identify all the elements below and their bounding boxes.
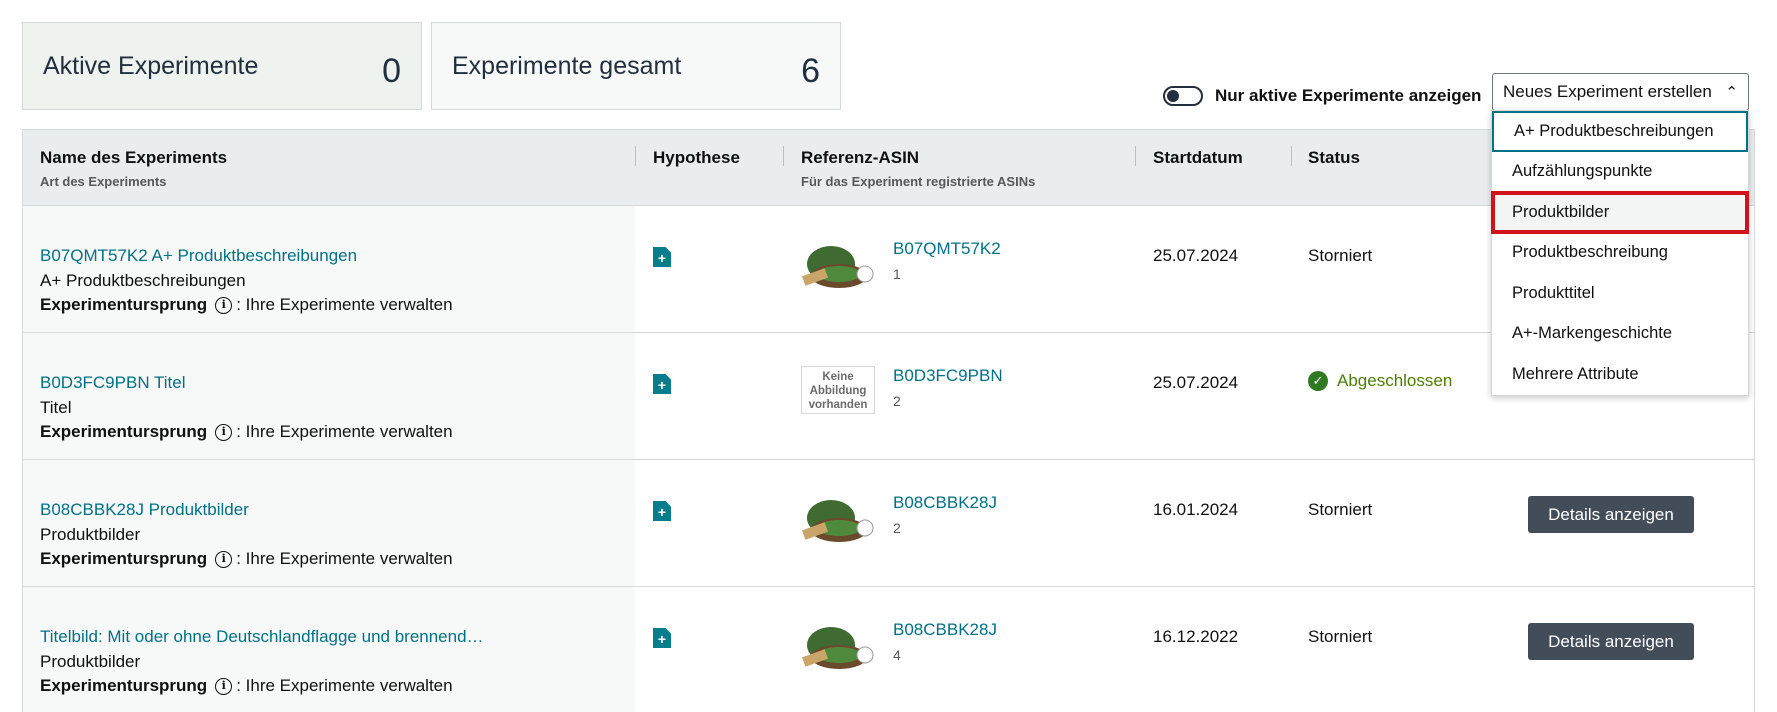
status-text: Storniert [1308,246,1373,265]
header-hypothesis[interactable]: Hypothese [653,148,740,168]
header-asin-sub: Für das Experiment registrierte ASINs [801,174,1036,189]
menu-item-product-title[interactable]: Produkttitel [1492,273,1748,314]
experiment-origin: Experimentursprung i : Ihre Experimente … [40,295,453,315]
start-date: 16.12.2022 [1153,627,1239,646]
experiment-name-link[interactable]: Titelbild: Mit oder ohne Deutschlandflag… [40,627,484,647]
product-thumbnail[interactable] [801,238,875,294]
experiment-name-link[interactable]: B08CBBK28J Produktbilder [40,500,249,520]
start-date: 25.07.2024 [1153,246,1239,265]
origin-label: Experimentursprung [40,422,208,441]
toggle-knob [1167,90,1179,102]
details-button[interactable]: Details anzeigen [1528,496,1694,533]
menu-item-bullet-points[interactable]: Aufzählungspunkte [1492,152,1748,193]
status-text: Storniert [1308,627,1373,646]
asin-count: 2 [893,393,901,409]
header-start-date[interactable]: Startdatum [1153,148,1243,168]
document-plus-icon[interactable]: + [653,247,671,267]
experiment-origin: Experimentursprung i : Ihre Experimente … [40,676,453,696]
table-row: Titelbild: Mit oder ohne Deutschlandflag… [23,587,1754,712]
create-experiment-label: Neues Experiment erstellen [1503,82,1712,101]
check-circle-icon: ✓ [1308,371,1328,391]
experiment-type: Produktbilder [40,652,141,671]
menu-item-multiple-attributes[interactable]: Mehrere Attribute [1492,354,1748,395]
total-experiments-count: 6 [801,51,820,90]
document-plus-icon[interactable]: + [653,628,671,648]
info-circle-icon[interactable]: i [215,423,233,441]
asin-count: 1 [893,266,901,282]
details-button[interactable]: Details anzeigen [1528,623,1694,660]
asin-link[interactable]: B08CBBK28J [893,620,997,640]
asin-link[interactable]: B08CBBK28J [893,493,997,513]
header-status-label: Status [1308,148,1360,167]
origin-value: : Ihre Experimente verwalten [236,295,453,314]
experiment-type: Produktbilder [40,525,141,544]
active-only-toggle[interactable] [1163,86,1203,106]
start-date: 25.07.2024 [1153,373,1239,392]
create-experiment-menu: A+ Produktbeschreibungen Aufzählungspunk… [1491,110,1749,396]
header-divider [1291,146,1292,166]
status: Storniert [1308,627,1372,647]
header-status[interactable]: Status [1308,148,1360,168]
asin-count: 2 [893,520,901,536]
header-hypothesis-label: Hypothese [653,148,740,167]
header-asin-label: Referenz-ASIN [801,148,920,167]
chevron-up-icon: ⌃ [1725,84,1738,101]
create-experiment-dropdown[interactable]: Neues Experiment erstellen ⌃ [1492,73,1749,111]
total-experiments-card: Experimente gesamt 6 [431,22,841,110]
active-only-toggle-label: Nur aktive Experimente anzeigen [1215,86,1482,105]
info-circle-icon[interactable]: i [215,677,233,695]
no-image-placeholder[interactable]: Keine Abbildung vorhanden [801,366,875,414]
origin-label: Experimentursprung [40,549,208,568]
document-plus-icon[interactable]: + [653,501,671,521]
origin-label: Experimentursprung [40,295,208,314]
origin-label: Experimentursprung [40,676,208,695]
status-text: Storniert [1308,500,1373,519]
info-circle-icon[interactable]: i [215,550,233,568]
status-text: Abgeschlossen [1337,371,1453,390]
active-experiments-card: Aktive Experimente 0 [22,22,422,110]
header-name[interactable]: Name des Experiments Art des Experiments [40,148,227,189]
header-start-label: Startdatum [1153,148,1243,167]
origin-value: : Ihre Experimente verwalten [236,422,453,441]
document-plus-icon[interactable]: + [653,374,671,394]
menu-item-product-images[interactable]: Produktbilder [1491,191,1749,234]
experiment-name-link[interactable]: B0D3FC9PBN Titel [40,373,186,393]
experiment-name-link[interactable]: B07QMT57K2 A+ Produktbeschreibungen [40,246,357,266]
product-thumbnail[interactable] [801,619,875,675]
experiment-type: Titel [40,398,72,417]
header-divider [783,146,784,166]
header-asin[interactable]: Referenz-ASIN Für das Experiment registr… [801,148,1035,189]
menu-item-brand-story[interactable]: A+-Markengeschichte [1492,314,1748,355]
experiment-origin: Experimentursprung i : Ihre Experimente … [40,422,453,442]
status: Storniert [1308,246,1372,266]
menu-item-aplus-content[interactable]: A+ Produktbeschreibungen [1492,111,1748,152]
header-divider [635,146,636,166]
origin-value: : Ihre Experimente verwalten [236,549,453,568]
product-thumbnail[interactable] [801,492,875,548]
status: ✓ Abgeschlossen [1308,371,1452,391]
experiment-type: A+ Produktbeschreibungen [40,271,246,290]
active-experiments-label: Aktive Experimente [43,51,259,80]
header-name-label: Name des Experiments [40,148,228,167]
active-experiments-count: 0 [382,51,401,90]
asin-link[interactable]: B0D3FC9PBN [893,366,1003,386]
start-date: 16.01.2024 [1153,500,1239,519]
header-divider [1135,146,1136,166]
asin-count: 4 [893,647,901,663]
status: Storniert [1308,500,1372,520]
asin-link[interactable]: B07QMT57K2 [893,239,1001,259]
info-circle-icon[interactable]: i [215,296,233,314]
table-row: B08CBBK28J Produktbilder Produktbilder E… [23,460,1754,587]
active-only-toggle-group: Nur aktive Experimente anzeigen [1163,86,1481,106]
experiment-origin: Experimentursprung i : Ihre Experimente … [40,549,453,569]
total-experiments-label: Experimente gesamt [452,51,682,80]
header-name-sub: Art des Experiments [40,174,167,189]
menu-item-product-description[interactable]: Produktbeschreibung [1492,233,1748,274]
origin-value: : Ihre Experimente verwalten [236,676,453,695]
